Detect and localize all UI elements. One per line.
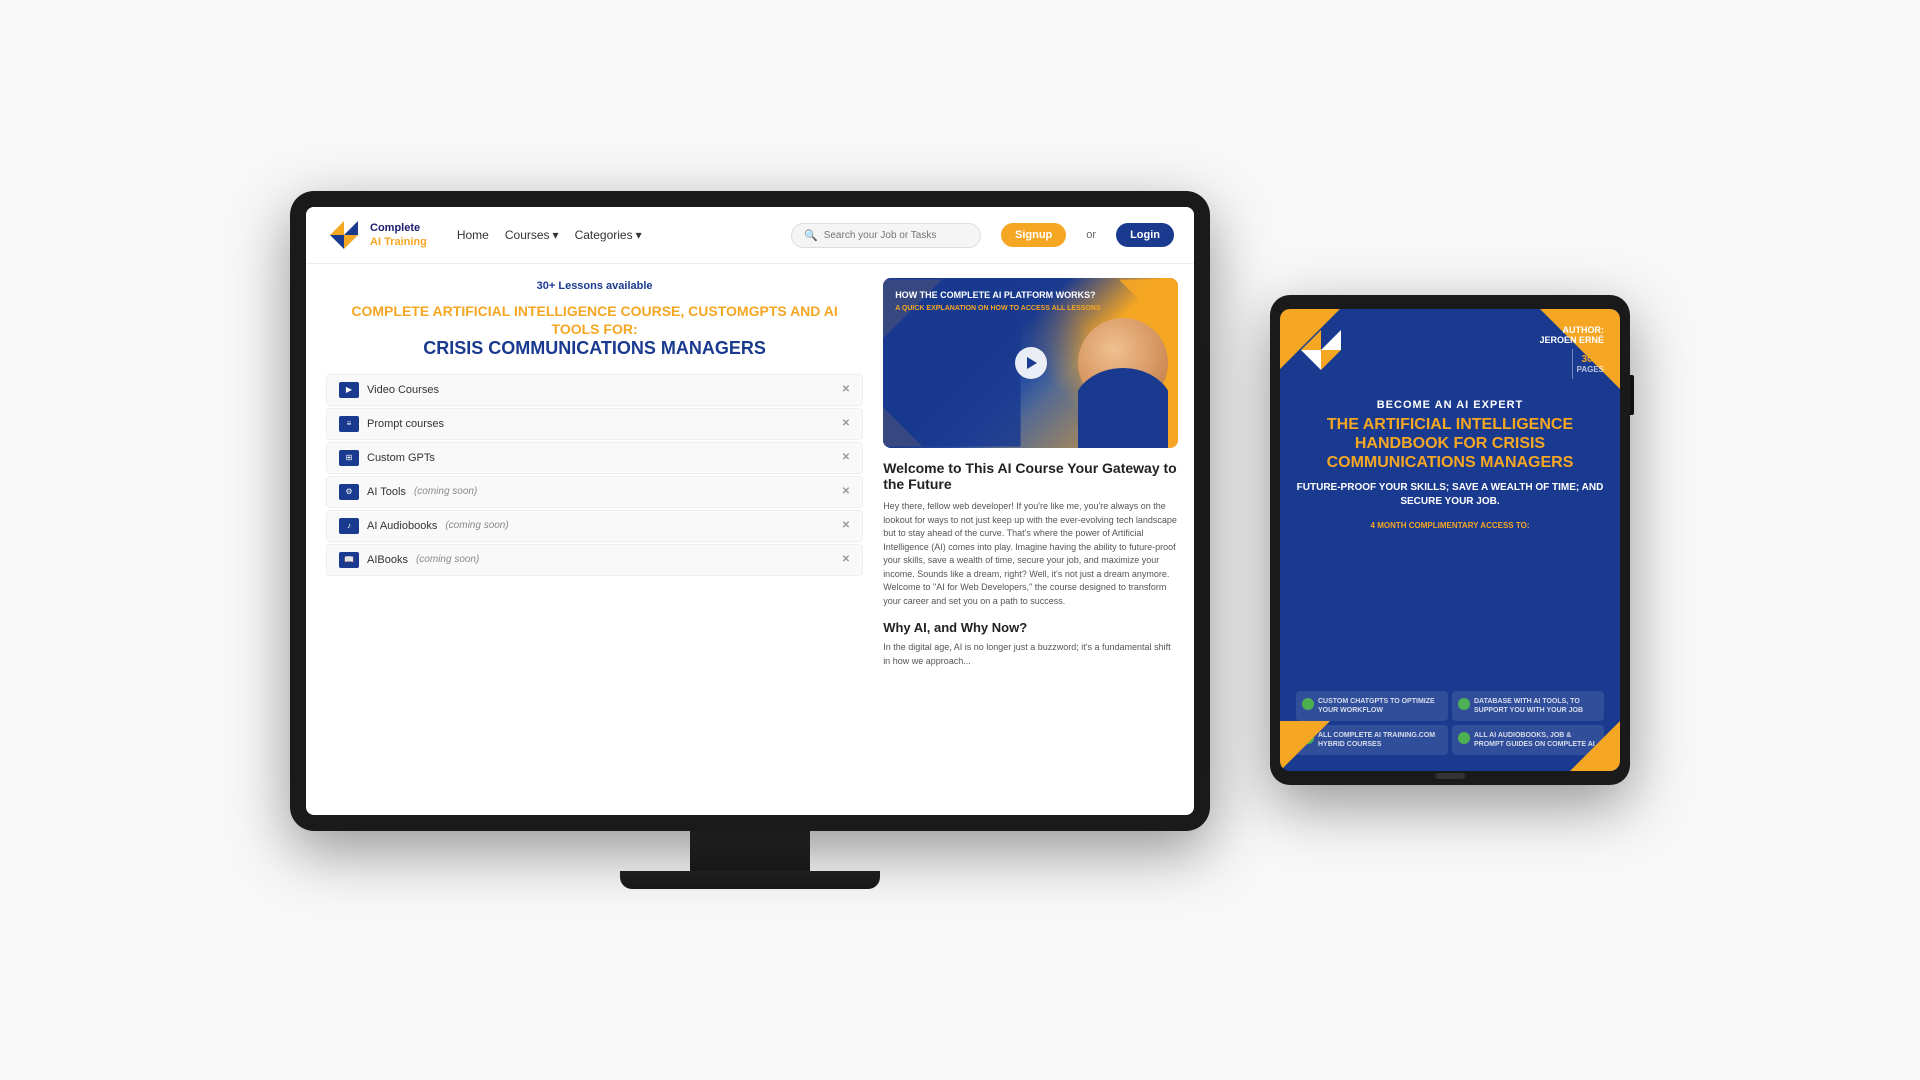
section-body: Hey there, fellow web developer! If you'… bbox=[883, 500, 1178, 608]
sidebar-item-tools[interactable]: ⚙ AI Tools (coming soon) ✕ bbox=[326, 476, 863, 508]
monitor: Complete AI Training Home Courses ▾ Cate… bbox=[290, 191, 1210, 831]
lessons-badge: 30+ Lessons available bbox=[326, 280, 863, 292]
tablet-become-label: BECOME AN AI EXPERT bbox=[1296, 399, 1604, 411]
tablet-side-button bbox=[1630, 375, 1634, 415]
monitor-wrapper: Complete AI Training Home Courses ▾ Cate… bbox=[290, 191, 1210, 889]
tablet-footer-item-1: DATABASE WITH AI TOOLS, TO SUPPORT YOU W… bbox=[1452, 691, 1604, 721]
website-body: 30+ Lessons available COMPLETE ARTIFICIA… bbox=[306, 264, 1194, 815]
gpt-icon: ⊞ bbox=[339, 450, 359, 466]
tablet-screen: AUTHOR: JEROEN ERNÉ 300+ PAGES bbox=[1280, 309, 1620, 771]
video-thumbnail[interactable]: HOW THE COMPLETE AI PLATFORM WORKS? A QU… bbox=[883, 278, 1178, 448]
search-icon: 🔍 bbox=[804, 229, 818, 242]
tablet-subtitle: FUTURE-PROOF YOUR SKILLS; SAVE A WEALTH … bbox=[1296, 481, 1604, 509]
logo-ai: AI bbox=[370, 236, 381, 248]
search-input[interactable] bbox=[824, 230, 968, 241]
monitor-screen: Complete AI Training Home Courses ▾ Cate… bbox=[306, 207, 1194, 815]
login-button[interactable]: Login bbox=[1116, 223, 1174, 247]
prompt-icon: ≡ bbox=[339, 416, 359, 432]
tri-bottom-right bbox=[1570, 721, 1620, 771]
nav-links: Home Courses ▾ Categories ▾ bbox=[457, 228, 642, 242]
tablet-complimentary: 4 MONTH COMPLIMENTARY ACCESS TO: bbox=[1296, 521, 1604, 530]
nav-courses[interactable]: Courses ▾ bbox=[505, 228, 559, 242]
tablet-home-button[interactable] bbox=[1435, 773, 1465, 779]
video-text: HOW THE COMPLETE AI PLATFORM WORKS? A QU… bbox=[895, 290, 1100, 312]
content-text: Welcome to This AI Course Your Gateway t… bbox=[883, 460, 1178, 801]
why-body: In the digital age, AI is no longer just… bbox=[883, 641, 1178, 668]
section-title: Welcome to This AI Course Your Gateway t… bbox=[883, 460, 1178, 492]
why-title: Why AI, and Why Now? bbox=[883, 620, 1178, 635]
sidebar-item-audio[interactable]: ♪ AI Audiobooks (coming soon) ✕ bbox=[326, 510, 863, 542]
scene: Complete AI Training Home Courses ▾ Cate… bbox=[0, 0, 1920, 1080]
video-icon: ▶ bbox=[339, 382, 359, 398]
tablet-wrapper: AUTHOR: JEROEN ERNÉ 300+ PAGES bbox=[1270, 295, 1630, 785]
logo-complete: Complete bbox=[370, 221, 427, 235]
nav-or-text: or bbox=[1086, 229, 1096, 241]
hero-title-line1: COMPLETE ARTIFICIAL INTELLIGENCE COURSE,… bbox=[326, 302, 863, 338]
sidebar-item-books[interactable]: 📖 AIBooks (coming soon) ✕ bbox=[326, 544, 863, 576]
tablet-author: AUTHOR: JEROEN ERNÉ 300+ PAGES bbox=[1539, 325, 1604, 379]
hero-title: COMPLETE ARTIFICIAL INTELLIGENCE COURSE,… bbox=[326, 302, 863, 360]
search-box[interactable]: 🔍 bbox=[791, 223, 981, 248]
presenter-photo bbox=[1078, 298, 1168, 448]
nav-categories[interactable]: Categories ▾ bbox=[575, 228, 642, 242]
tablet-main-title: THE ARTIFICIAL INTELLIGENCE HANDBOOK FOR… bbox=[1296, 415, 1604, 473]
navbar: Complete AI Training Home Courses ▾ Cate… bbox=[306, 207, 1194, 264]
tablet-logo-icon bbox=[1296, 325, 1346, 375]
sidebar-item-prompt[interactable]: ≡ Prompt courses ✕ bbox=[326, 408, 863, 440]
audio-icon: ♪ bbox=[339, 518, 359, 534]
nav-home[interactable]: Home bbox=[457, 228, 489, 242]
video-play-button[interactable] bbox=[1015, 347, 1047, 379]
tablet-content: AUTHOR: JEROEN ERNÉ 300+ PAGES bbox=[1280, 309, 1620, 771]
main-text-content: Welcome to This AI Course Your Gateway t… bbox=[883, 460, 1178, 801]
check-icon-1 bbox=[1458, 698, 1470, 710]
signup-button[interactable]: Signup bbox=[1001, 223, 1066, 247]
logo-text: Complete AI Training bbox=[370, 221, 427, 250]
tablet-footer-item-0: CUSTOM CHATGPTS TO OPTIMIZE YOUR WORKFLO… bbox=[1296, 691, 1448, 721]
monitor-base bbox=[620, 871, 880, 889]
hero-panel: 30+ Lessons available COMPLETE ARTIFICIA… bbox=[306, 264, 883, 815]
tablet: AUTHOR: JEROEN ERNÉ 300+ PAGES bbox=[1270, 295, 1630, 785]
monitor-stand bbox=[690, 831, 810, 871]
sidebar-item-gpt[interactable]: ⊞ Custom GPTs ✕ bbox=[326, 442, 863, 474]
logo-icon bbox=[326, 217, 362, 253]
tools-icon: ⚙ bbox=[339, 484, 359, 500]
logo: Complete AI Training bbox=[326, 217, 427, 253]
tablet-logo-area: AUTHOR: JEROEN ERNÉ 300+ PAGES bbox=[1296, 325, 1604, 379]
hero-title-line2: CRISIS COMMUNICATIONS MANAGERS bbox=[326, 338, 863, 360]
right-content: HOW THE COMPLETE AI PLATFORM WORKS? A QU… bbox=[883, 264, 1194, 815]
logo-training: Training bbox=[384, 236, 427, 248]
check-icon-0 bbox=[1302, 698, 1314, 710]
books-icon: 📖 bbox=[339, 552, 359, 568]
tablet-bottom-decor bbox=[1280, 721, 1620, 771]
tri-bottom-left bbox=[1280, 721, 1330, 771]
sidebar-items: ▶ Video Courses ✕ ≡ Prompt courses bbox=[326, 374, 863, 576]
sidebar-item-video[interactable]: ▶ Video Courses ✕ bbox=[326, 374, 863, 406]
